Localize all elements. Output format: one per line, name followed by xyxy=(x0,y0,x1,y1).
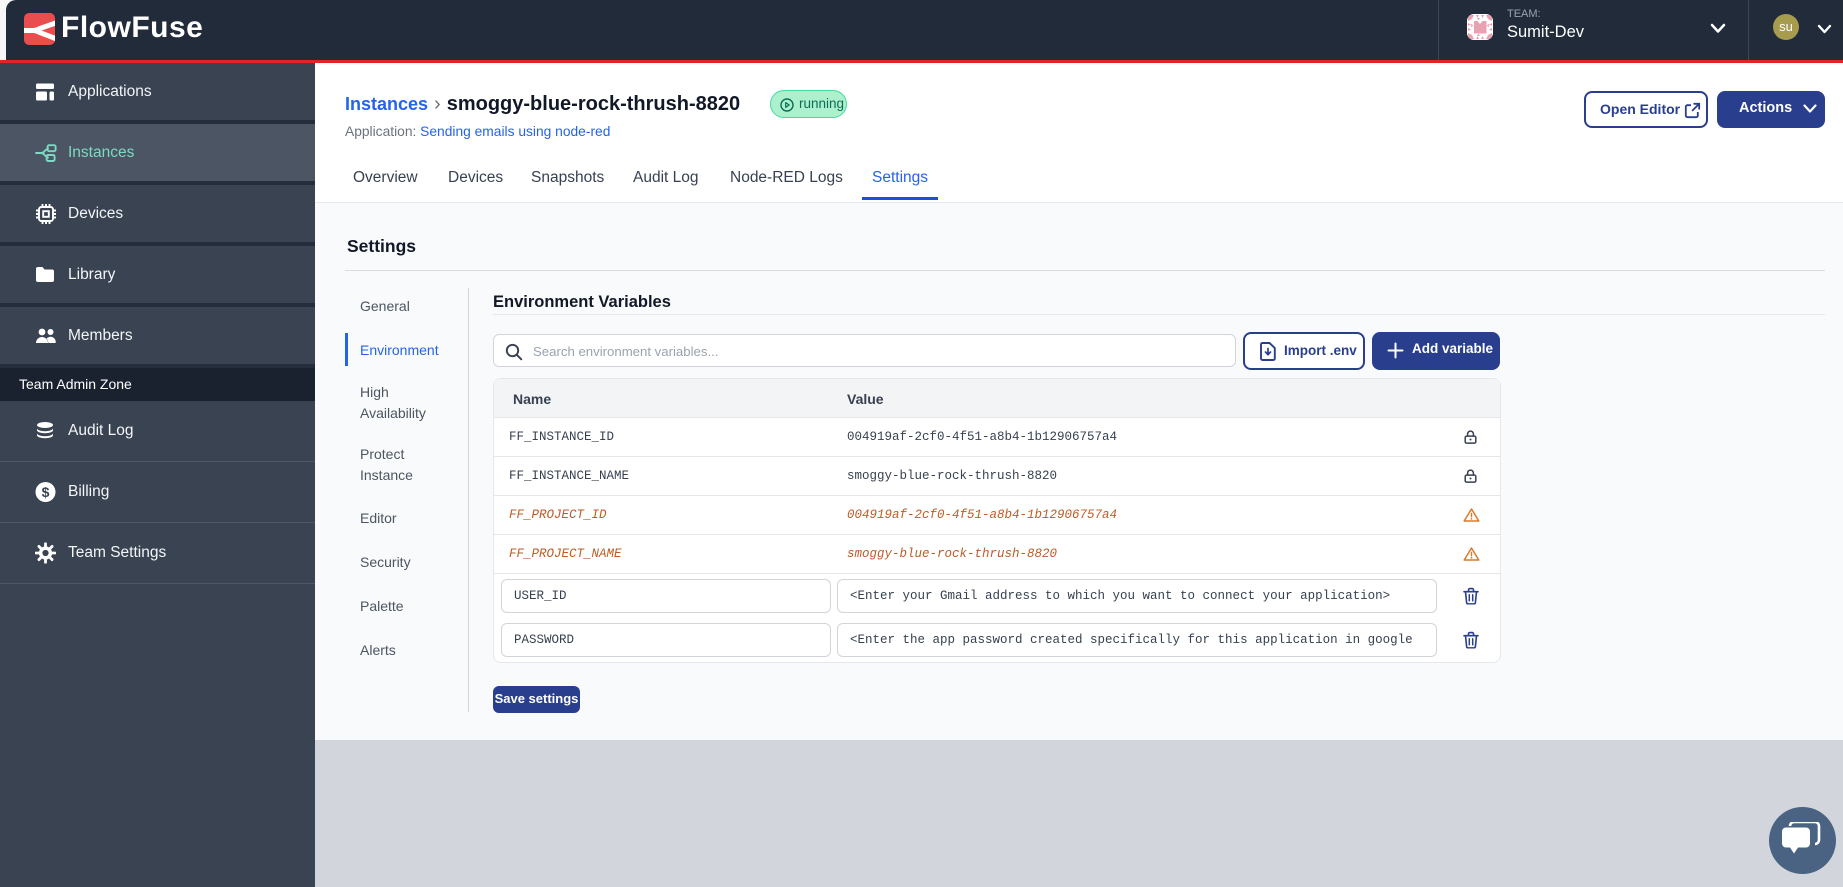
svg-text:$: $ xyxy=(42,484,50,500)
